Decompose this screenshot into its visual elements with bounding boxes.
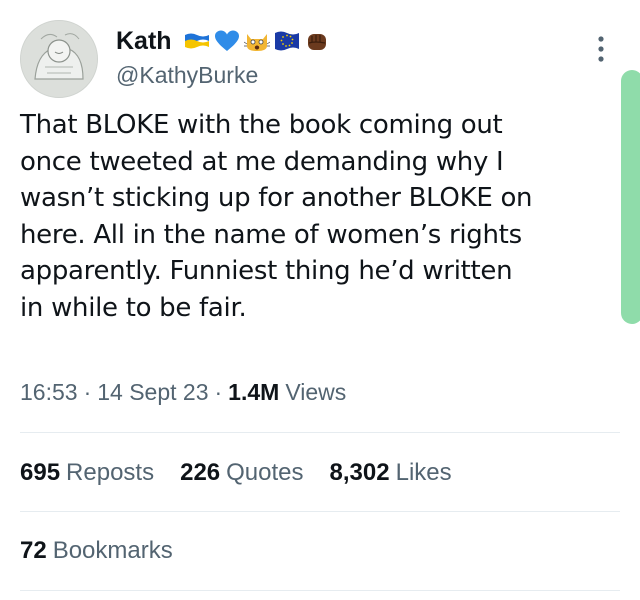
author-handle[interactable]: @KathyBurke (116, 62, 258, 89)
eu-flag-icon (274, 31, 299, 51)
likes-stat[interactable]: 8,302 Likes (330, 459, 452, 487)
scroll-indicator[interactable] (621, 70, 640, 324)
raised-fist-icon (307, 34, 326, 50)
quotes-label: Quotes (226, 459, 304, 486)
divider (20, 511, 620, 512)
bookmarks-count: 72 (20, 537, 47, 564)
likes-count: 8,302 (329, 459, 390, 486)
more-options-icon[interactable] (596, 34, 606, 64)
tweet-meta: 16:53 · 14 Sept 23 · 1.4M Views (20, 379, 346, 406)
bookmarks-label: Bookmarks (52, 537, 173, 564)
likes-label: Likes (395, 459, 452, 486)
reposts-stat[interactable]: 695 Reposts (20, 459, 154, 487)
avatar-sketch-icon (21, 21, 97, 97)
author-name-row: Kath (116, 24, 330, 58)
meta-separator: · (83, 379, 92, 405)
divider (20, 432, 620, 433)
engagement-stats: 695 Reposts 226 Quotes 8,302 Likes (20, 459, 478, 487)
author-display-name[interactable]: Kath (116, 27, 172, 56)
divider (20, 590, 620, 591)
views-count: 1.4M (228, 379, 280, 405)
meta-separator: · (214, 379, 223, 405)
quotes-count: 226 (180, 459, 221, 486)
reposts-label: Reposts (66, 459, 155, 486)
author-avatar[interactable] (20, 20, 98, 98)
blue-heart-icon (214, 30, 239, 51)
tweet-date[interactable]: 14 Sept 23 (97, 379, 208, 406)
bookmarks-stat[interactable]: 72 Bookmarks (20, 537, 173, 565)
tweet-time[interactable]: 16:53 (20, 379, 78, 406)
quotes-stat[interactable]: 226 Quotes (180, 459, 303, 487)
tweet-text: That BLOKE with the book coming out once… (20, 110, 533, 323)
ukraine-flag-icon (184, 33, 209, 49)
weary-cat-icon (243, 34, 270, 51)
views-label: Views (285, 379, 347, 405)
reposts-count: 695 (20, 459, 61, 486)
